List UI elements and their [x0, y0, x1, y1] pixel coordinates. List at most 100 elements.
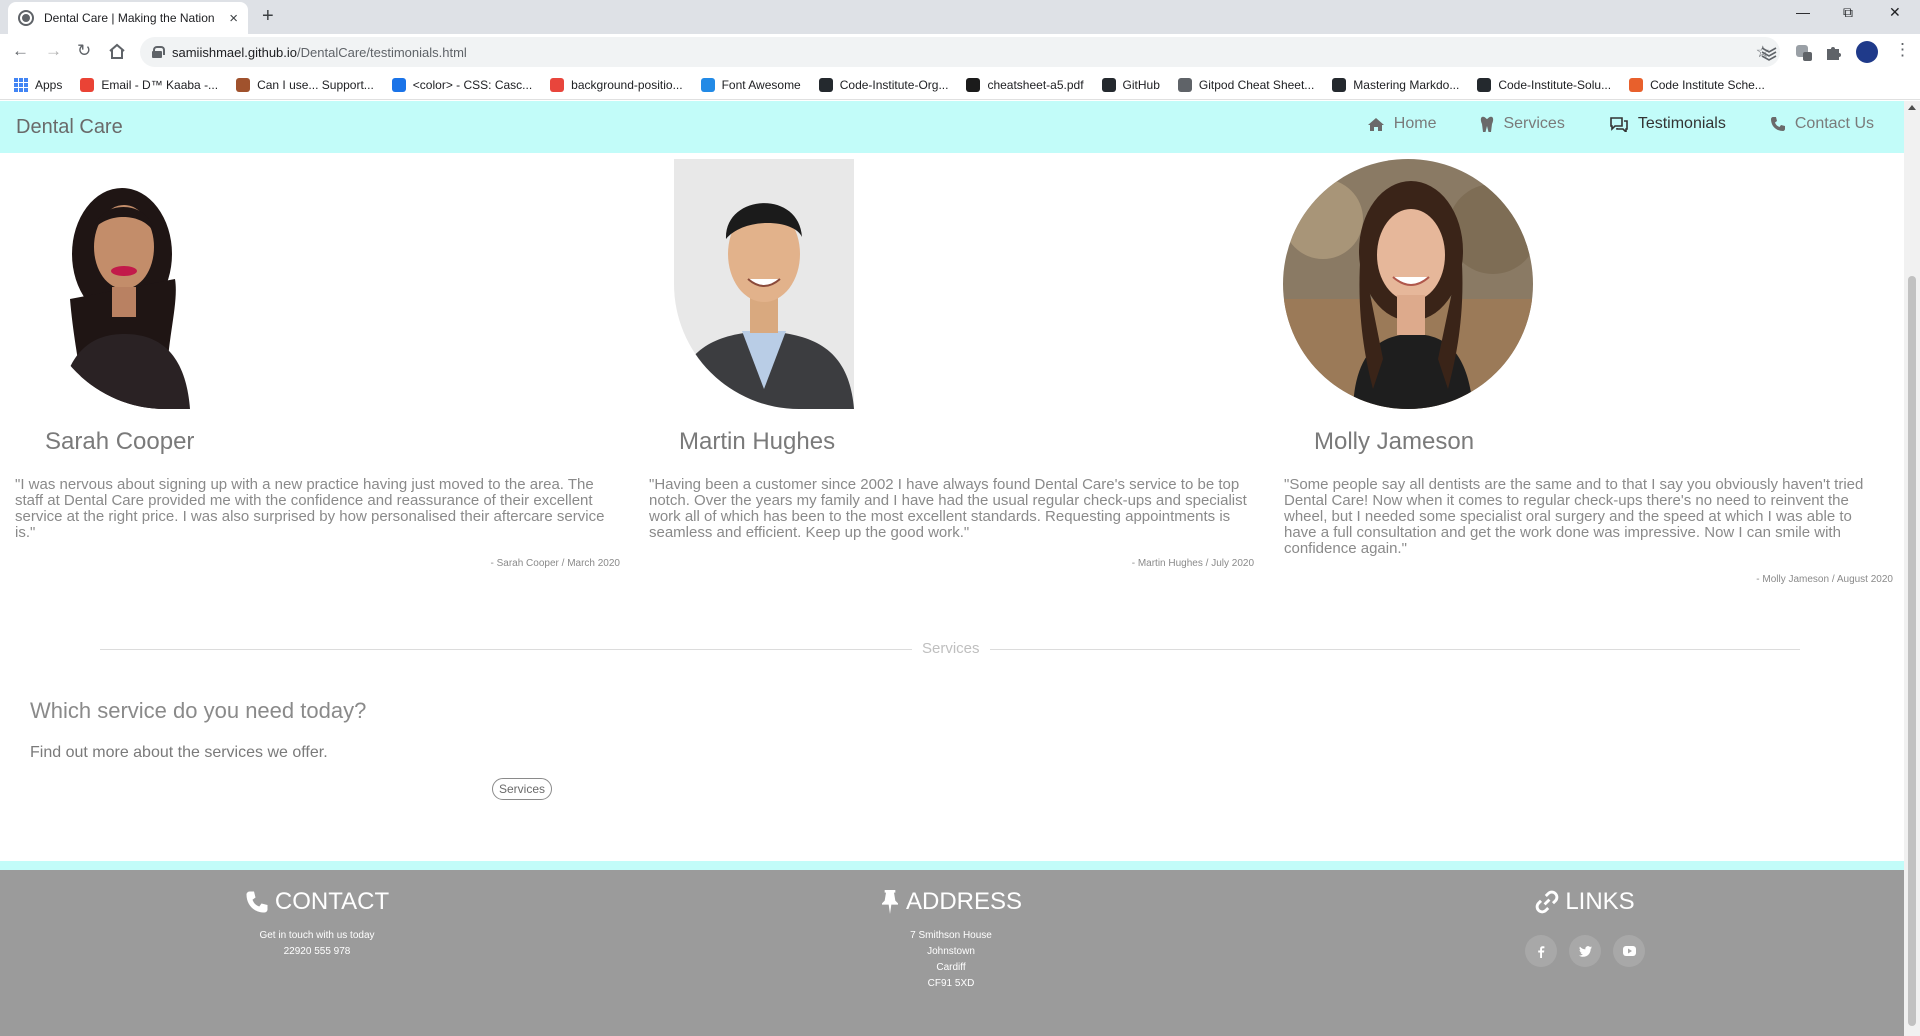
bookmark-favicon-icon	[391, 77, 406, 92]
bookmark-favicon-icon	[1332, 77, 1347, 92]
nav-services-label: Services	[1503, 115, 1565, 132]
site-brand[interactable]: Dental Care	[16, 116, 123, 139]
person-name: Sarah Cooper	[45, 428, 195, 455]
nav-contact-label: Contact Us	[1794, 115, 1874, 132]
bookmark-favicon-icon	[1629, 77, 1644, 92]
browser-toolbar: ← → ↻ samiishmael.github.io/DentalCare/t…	[0, 34, 1920, 70]
facebook-link[interactable]	[1525, 935, 1557, 967]
bookmark-item[interactable]: Gitpod Cheat Sheet...	[1177, 77, 1315, 92]
globe-icon	[18, 10, 34, 26]
footer-address: ADDRESS 7 Smithson House Johnstown Cardi…	[751, 870, 1151, 992]
avatar	[674, 159, 924, 409]
bookmark-item[interactable]: Code-Institute-Solu...	[1477, 77, 1611, 92]
page-scrollbar[interactable]	[1904, 101, 1920, 1036]
martin-hughes-photo	[674, 159, 924, 409]
minimize-icon[interactable]: —	[1796, 4, 1810, 20]
browser-tab[interactable]: Dental Care | Making the Nation ×	[8, 2, 248, 34]
bookmark-item[interactable]: Email - D™ Kaaba -...	[80, 77, 219, 92]
nav-contact[interactable]: Contact Us	[1770, 115, 1874, 133]
footer-accent-strip	[0, 861, 1904, 870]
new-tab-button[interactable]: +	[262, 5, 274, 28]
bookmark-item[interactable]: Can I use... Support...	[236, 77, 374, 92]
person-name: Molly Jameson	[1314, 428, 1475, 455]
bookmark-item[interactable]: background-positio...	[550, 77, 683, 92]
twitter-link[interactable]	[1569, 935, 1601, 967]
footer-links: LINKS	[1385, 870, 1785, 967]
bookmark-item[interactable]: <color> - CSS: Casc...	[391, 77, 533, 92]
testimonial-quote: "Some people say all dentists are the sa…	[1284, 476, 1864, 557]
facebook-icon	[1538, 945, 1545, 958]
scroll-up-arrow-icon[interactable]	[1908, 105, 1916, 110]
address-line: 7 Smithson House	[910, 930, 992, 941]
bookmarks-bar: Apps Email - D™ Kaaba -... Can I use... Su…	[0, 70, 1920, 100]
bookmark-favicon-icon	[550, 77, 565, 92]
url-host: samiishmael.github.io	[172, 44, 298, 60]
bookmark-item[interactable]: Code Institute Sche...	[1629, 77, 1765, 92]
nav-home[interactable]: Home	[1367, 115, 1437, 133]
site-footer: CONTACT Get in touch with us today 22920…	[0, 870, 1904, 1036]
site-navbar: Dental Care Home Services Testimonials C…	[0, 101, 1904, 153]
bookmark-label: <color> - CSS: Casc...	[412, 77, 533, 92]
back-icon[interactable]: ←	[12, 41, 29, 61]
bookmark-item[interactable]: cheatsheet-a5.pdf	[966, 77, 1084, 92]
address-bar[interactable]: samiishmael.github.io/DentalCare/testimo…	[140, 37, 1780, 67]
footer-contact: CONTACT Get in touch with us today 22920…	[117, 870, 517, 960]
extension-layers-icon[interactable]	[1760, 43, 1778, 61]
bookmark-item[interactable]: GitHub	[1101, 77, 1160, 92]
home-icon	[1367, 117, 1384, 131]
scroll-thumb[interactable]	[1908, 276, 1916, 1026]
lock-icon	[152, 46, 165, 58]
nav-services[interactable]: Services	[1480, 115, 1565, 133]
tab-close-icon[interactable]: ×	[229, 10, 238, 27]
bookmark-label: Email - D™ Kaaba -...	[101, 77, 219, 92]
home-icon[interactable]	[108, 43, 126, 60]
bookmark-label: Mastering Markdo...	[1353, 77, 1460, 92]
youtube-icon	[1622, 946, 1636, 956]
footer-links-title: LINKS	[1565, 888, 1635, 915]
phone-icon	[1770, 117, 1785, 131]
services-button[interactable]: Services	[492, 778, 553, 800]
window-close-icon[interactable]: ✕	[1889, 4, 1901, 21]
extension-shield-icon[interactable]	[1794, 43, 1812, 61]
bookmark-item[interactable]: Apps	[14, 77, 63, 92]
forward-icon[interactable]: →	[45, 41, 62, 61]
bookmark-item[interactable]: Mastering Markdo...	[1332, 77, 1460, 92]
bookmark-label: Gitpod Cheat Sheet...	[1198, 77, 1315, 92]
bookmark-label: background-positio...	[571, 77, 683, 92]
bookmark-label: Code Institute Sche...	[1650, 77, 1765, 92]
testimonial-cards: Sarah Cooper "I was nervous about signin…	[0, 153, 1904, 613]
footer-phone[interactable]: 22920 555 978	[117, 944, 517, 960]
testimonial-signature: - Sarah Cooper / March 2020	[490, 558, 620, 569]
bookmark-label: Apps	[35, 77, 63, 92]
pin-icon	[881, 890, 898, 914]
testimonial-card: Sarah Cooper "I was nervous about signin…	[0, 153, 620, 613]
bookmark-favicon-icon	[818, 77, 833, 92]
address-line: CF91 5XD	[927, 978, 975, 989]
restore-icon[interactable]: ⧉	[1843, 4, 1853, 21]
social-links	[1385, 935, 1785, 967]
divider-label: Services	[912, 640, 990, 657]
avatar	[1283, 159, 1533, 409]
extensions-puzzle-icon[interactable]	[1824, 43, 1842, 61]
site-menu: Home Services Testimonials Contact Us	[1323, 115, 1874, 133]
bookmark-favicon-icon	[1101, 77, 1116, 92]
bookmark-favicon-icon	[966, 77, 981, 92]
testimonial-quote: "I was nervous about signing up with a n…	[15, 476, 605, 541]
profile-avatar[interactable]	[1856, 41, 1878, 63]
link-icon	[1536, 890, 1559, 914]
nav-testimonials[interactable]: Testimonials	[1609, 115, 1726, 133]
bookmark-item[interactable]: Font Awesome	[700, 77, 801, 92]
avatar	[40, 159, 290, 409]
testimonial-card: Molly Jameson "Some people say all denti…	[1269, 153, 1893, 613]
bookmark-item[interactable]: Code-Institute-Org...	[818, 77, 948, 92]
reload-icon[interactable]: ↻	[77, 41, 91, 61]
browser-menu-icon[interactable]: ⋮	[1894, 40, 1911, 60]
browser-tabstrip: Dental Care | Making the Nation × + — ⧉ …	[0, 0, 1920, 34]
address-line: Johnstown	[927, 946, 975, 957]
nav-home-label: Home	[1393, 115, 1437, 132]
footer-contact-line: Get in touch with us today	[259, 930, 375, 941]
youtube-link[interactable]	[1613, 935, 1645, 967]
address-line: Cardiff	[936, 962, 966, 973]
testimonial-card: Martin Hughes "Having been a customer si…	[634, 153, 1254, 613]
footer-contact-title: CONTACT	[274, 888, 390, 915]
